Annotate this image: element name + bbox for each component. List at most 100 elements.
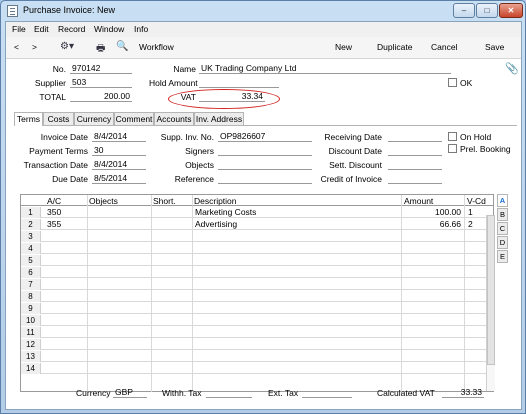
cell-vcd[interactable] (468, 279, 482, 290)
cell-objects[interactable] (89, 219, 149, 230)
invoice-date-field[interactable]: 8/4/2014 (92, 131, 146, 142)
cell-short[interactable] (153, 231, 189, 242)
table-row[interactable]: 2 355 Advertising 66.66 2 (21, 219, 493, 230)
print-preview-icon[interactable]: 🔍 (116, 41, 128, 52)
cell-short[interactable] (153, 291, 189, 302)
cell-amount[interactable] (403, 327, 461, 338)
tab-comment[interactable]: Comment (114, 112, 154, 125)
cell-vcd[interactable] (468, 291, 482, 302)
cell-ac[interactable] (47, 231, 85, 242)
payment-terms-field[interactable]: 30 (92, 145, 146, 156)
cell-amount[interactable] (403, 315, 461, 326)
cell-amount[interactable] (403, 267, 461, 278)
cancel-button[interactable]: Cancel (431, 42, 457, 52)
name-field[interactable]: UK Trading Company Ltd (199, 63, 451, 74)
cell-ac[interactable] (47, 279, 85, 290)
cell-objects[interactable] (89, 267, 149, 278)
table-row[interactable]: 6 (21, 267, 493, 278)
cell-objects[interactable] (89, 339, 149, 350)
cell-ac[interactable] (47, 291, 85, 302)
cell-amount[interactable] (403, 243, 461, 254)
table-row[interactable]: 10 (21, 315, 493, 326)
cell-description[interactable] (195, 351, 395, 362)
cell-vcd[interactable] (468, 267, 482, 278)
side-tab-e[interactable]: E (497, 250, 508, 263)
table-row[interactable]: 9 (21, 303, 493, 314)
cell-amount[interactable]: 66.66 (403, 219, 461, 230)
cell-description[interactable] (195, 279, 395, 290)
tab-accounts[interactable]: Accounts (154, 112, 194, 125)
cell-vcd[interactable]: 2 (468, 219, 482, 230)
table-row[interactable]: 13 (21, 351, 493, 362)
paperclip-icon[interactable]: 📎 (505, 62, 519, 75)
cell-amount[interactable] (403, 279, 461, 290)
cell-short[interactable] (153, 207, 189, 218)
cell-objects[interactable] (89, 315, 149, 326)
side-tab-a[interactable]: A (497, 194, 508, 207)
grid-scrollbar[interactable] (486, 215, 495, 391)
prel-booking-checkbox[interactable] (448, 144, 457, 153)
no-field[interactable]: 970142 (70, 63, 132, 74)
supplier-field[interactable]: 503 (70, 77, 132, 88)
table-row[interactable]: 8 (21, 291, 493, 302)
cell-description[interactable] (195, 291, 395, 302)
signers-field[interactable] (218, 145, 312, 156)
cell-short[interactable] (153, 351, 189, 362)
cell-amount[interactable]: 100.00 (403, 207, 461, 218)
cell-ac[interactable] (47, 351, 85, 362)
cell-vcd[interactable] (468, 315, 482, 326)
cell-objects[interactable] (89, 363, 149, 374)
cell-vcd[interactable] (468, 351, 482, 362)
cell-short[interactable] (153, 303, 189, 314)
cell-description[interactable] (195, 303, 395, 314)
cell-ac[interactable] (47, 363, 85, 374)
ok-checkbox[interactable] (448, 78, 457, 87)
cell-ac[interactable] (47, 339, 85, 350)
new-button[interactable]: New (335, 42, 352, 52)
scrollbar-thumb[interactable] (487, 215, 495, 365)
cell-ac[interactable] (47, 327, 85, 338)
credit-of-invoice-field[interactable] (388, 173, 442, 184)
supp-inv-field[interactable]: OP9826607 (218, 131, 312, 142)
cell-vcd[interactable] (468, 363, 482, 374)
cell-short[interactable] (153, 219, 189, 230)
cell-objects[interactable] (89, 303, 149, 314)
cell-objects[interactable] (89, 279, 149, 290)
cell-vcd[interactable] (468, 303, 482, 314)
cell-vcd[interactable] (468, 231, 482, 242)
cell-objects[interactable] (89, 207, 149, 218)
table-row[interactable]: 5 (21, 255, 493, 266)
duplicate-button[interactable]: Duplicate (377, 42, 412, 52)
cell-objects[interactable] (89, 291, 149, 302)
cell-ac[interactable] (47, 255, 85, 266)
table-row[interactable]: 4 (21, 243, 493, 254)
tab-costs[interactable]: Costs (43, 112, 74, 125)
hold-amount-field[interactable] (199, 77, 279, 88)
cell-description[interactable]: Marketing Costs (195, 207, 395, 218)
table-row[interactable]: 1 350 Marketing Costs 100.00 1 (21, 207, 493, 218)
due-date-field[interactable]: 8/5/2014 (92, 173, 146, 184)
cell-vcd[interactable] (468, 327, 482, 338)
cell-objects[interactable] (89, 351, 149, 362)
cell-short[interactable] (153, 363, 189, 374)
cell-amount[interactable] (403, 363, 461, 374)
cell-objects[interactable] (89, 255, 149, 266)
cell-description[interactable]: Advertising (195, 219, 395, 230)
sett-discount-field[interactable] (388, 159, 442, 170)
cell-description[interactable] (195, 231, 395, 242)
cell-vcd[interactable] (468, 339, 482, 350)
cell-description[interactable] (195, 255, 395, 266)
menu-window[interactable]: Window (94, 24, 124, 34)
menu-edit[interactable]: Edit (34, 24, 49, 34)
table-row[interactable]: 12 (21, 339, 493, 350)
cell-vcd[interactable] (468, 243, 482, 254)
cell-description[interactable] (195, 267, 395, 278)
cell-description[interactable] (195, 243, 395, 254)
close-button[interactable]: ✕ (499, 3, 523, 18)
cell-ac[interactable] (47, 267, 85, 278)
cell-vcd[interactable] (468, 255, 482, 266)
cell-objects[interactable] (89, 243, 149, 254)
on-hold-checkbox[interactable] (448, 132, 457, 141)
tab-currency[interactable]: Currency (74, 112, 114, 125)
tab-inv-address[interactable]: Inv. Address (194, 112, 244, 125)
